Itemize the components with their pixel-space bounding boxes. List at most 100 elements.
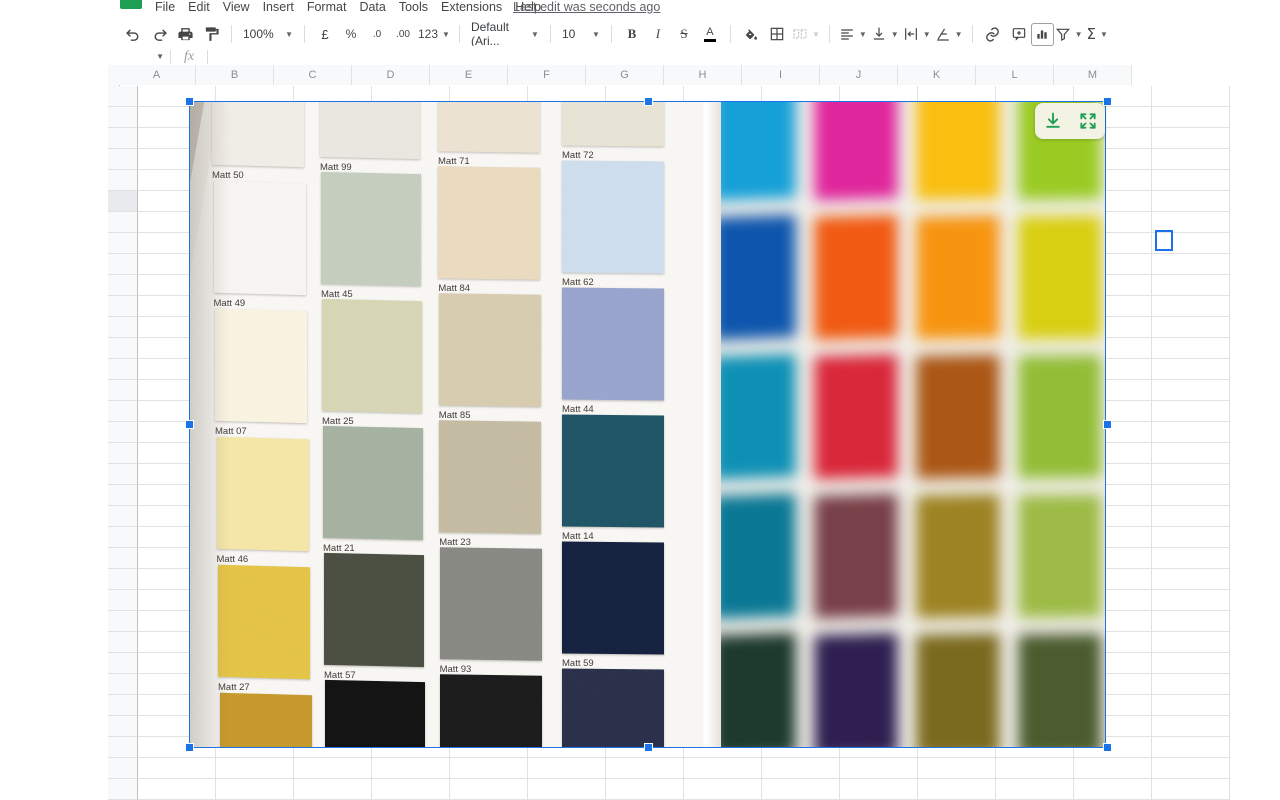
grid-cell[interactable] — [1152, 254, 1230, 275]
row-header[interactable] — [108, 338, 138, 359]
expand-icon[interactable] — [1075, 108, 1101, 134]
grid-cell[interactable] — [1152, 758, 1230, 779]
grid-cell[interactable] — [528, 779, 606, 800]
grid-cell[interactable] — [1152, 569, 1230, 590]
name-box[interactable]: ▼ — [118, 46, 170, 67]
merge-cells-icon[interactable]: ▼ — [790, 22, 822, 46]
text-rotation-icon[interactable]: ▼ — [933, 22, 965, 46]
grid-cell[interactable] — [1152, 695, 1230, 716]
row-header[interactable] — [108, 401, 138, 422]
column-header-C[interactable]: C — [274, 65, 352, 85]
text-color-button[interactable]: A — [697, 21, 723, 47]
row-header[interactable] — [108, 296, 138, 317]
zoom-selector[interactable]: 100% ▼ — [239, 22, 297, 46]
column-header-L[interactable]: L — [976, 65, 1054, 85]
row-header[interactable] — [108, 191, 138, 212]
row-header[interactable] — [108, 716, 138, 737]
row-header[interactable] — [108, 632, 138, 653]
row-header[interactable] — [108, 506, 138, 527]
row-header[interactable] — [108, 569, 138, 590]
row-header[interactable] — [108, 359, 138, 380]
grid-cell[interactable] — [1152, 149, 1230, 170]
row-header[interactable] — [108, 254, 138, 275]
grid-cell[interactable] — [1152, 296, 1230, 317]
bold-button[interactable]: B — [619, 21, 645, 47]
row-header[interactable] — [108, 611, 138, 632]
decrease-decimal-button[interactable]: .0 — [364, 21, 390, 47]
column-header-I[interactable]: I — [742, 65, 820, 85]
grid-cell[interactable] — [840, 779, 918, 800]
menu-item-format[interactable]: Format — [307, 0, 347, 16]
font-selector[interactable]: Default (Ari... ▼ — [467, 22, 543, 46]
row-header[interactable] — [108, 149, 138, 170]
menu-item-edit[interactable]: Edit — [188, 0, 210, 16]
row-header[interactable] — [108, 653, 138, 674]
grid-cell[interactable] — [1152, 653, 1230, 674]
menu-item-extensions[interactable]: Extensions — [441, 0, 502, 16]
grid-cell[interactable] — [1152, 107, 1230, 128]
row-header[interactable] — [108, 380, 138, 401]
vertical-align-icon[interactable]: ▼ — [869, 22, 901, 46]
row-header[interactable] — [108, 317, 138, 338]
row-header[interactable] — [108, 464, 138, 485]
grid-cell[interactable] — [1152, 422, 1230, 443]
grid-cell[interactable] — [684, 758, 762, 779]
grid-cell[interactable] — [684, 779, 762, 800]
grid-cell[interactable] — [996, 779, 1074, 800]
font-size-selector[interactable]: 10 ▼ — [558, 22, 604, 46]
sigma-icon[interactable]: Σ ▼ — [1084, 22, 1109, 46]
grid-cell[interactable] — [1074, 779, 1152, 800]
column-header-A[interactable]: A — [118, 65, 196, 85]
grid-cell[interactable] — [1152, 611, 1230, 632]
grid-cell[interactable] — [762, 758, 840, 779]
row-header[interactable] — [108, 779, 138, 800]
grid-cell[interactable] — [216, 758, 294, 779]
grid-cell[interactable] — [372, 779, 450, 800]
grid-cell[interactable] — [1152, 632, 1230, 653]
menu-item-file[interactable]: File — [155, 0, 175, 16]
row-header[interactable] — [108, 275, 138, 296]
paint-format-icon[interactable] — [198, 21, 224, 47]
row-header[interactable] — [108, 212, 138, 233]
grid-cell[interactable] — [138, 758, 216, 779]
grid-cell[interactable] — [1152, 737, 1230, 758]
strikethrough-button[interactable]: S — [671, 21, 697, 47]
grid-cell[interactable] — [1152, 779, 1230, 800]
grid-cell[interactable] — [840, 758, 918, 779]
row-header[interactable] — [108, 107, 138, 128]
horizontal-align-icon[interactable]: ▼ — [837, 22, 869, 46]
column-header-G[interactable]: G — [586, 65, 664, 85]
grid-cell[interactable] — [1152, 674, 1230, 695]
grid-cell[interactable] — [1152, 548, 1230, 569]
grid-cell[interactable] — [1152, 527, 1230, 548]
grid-cell[interactable] — [762, 779, 840, 800]
column-header-J[interactable]: J — [820, 65, 898, 85]
grid-cell[interactable] — [996, 758, 1074, 779]
grid-cell[interactable] — [1152, 401, 1230, 422]
formula-input[interactable] — [208, 46, 1280, 67]
grid-cell[interactable] — [606, 758, 684, 779]
insert-link-icon[interactable] — [980, 21, 1006, 47]
column-header-D[interactable]: D — [352, 65, 430, 85]
row-header[interactable] — [108, 485, 138, 506]
grid-cell[interactable] — [1152, 443, 1230, 464]
row-header[interactable] — [108, 422, 138, 443]
row-header[interactable] — [108, 548, 138, 569]
row-header[interactable] — [108, 86, 138, 107]
grid-cell[interactable] — [294, 758, 372, 779]
grid-cell[interactable] — [1152, 380, 1230, 401]
active-cell-cursor[interactable] — [1155, 230, 1173, 251]
print-icon[interactable] — [172, 21, 198, 47]
menu-item-data[interactable]: Data — [359, 0, 385, 16]
grid-cell[interactable] — [138, 779, 216, 800]
row-header[interactable] — [108, 443, 138, 464]
row-header[interactable] — [108, 758, 138, 779]
grid-cell[interactable] — [1152, 191, 1230, 212]
grid-cell[interactable] — [918, 758, 996, 779]
menu-item-view[interactable]: View — [223, 0, 250, 16]
currency-format-button[interactable]: £ — [312, 21, 338, 47]
grid-cell[interactable] — [1152, 359, 1230, 380]
floating-image[interactable]: Matt 50Matt 49Matt 07Matt 46Matt 27Matt … — [190, 102, 1105, 747]
row-header[interactable] — [108, 170, 138, 191]
download-icon[interactable] — [1040, 108, 1066, 134]
